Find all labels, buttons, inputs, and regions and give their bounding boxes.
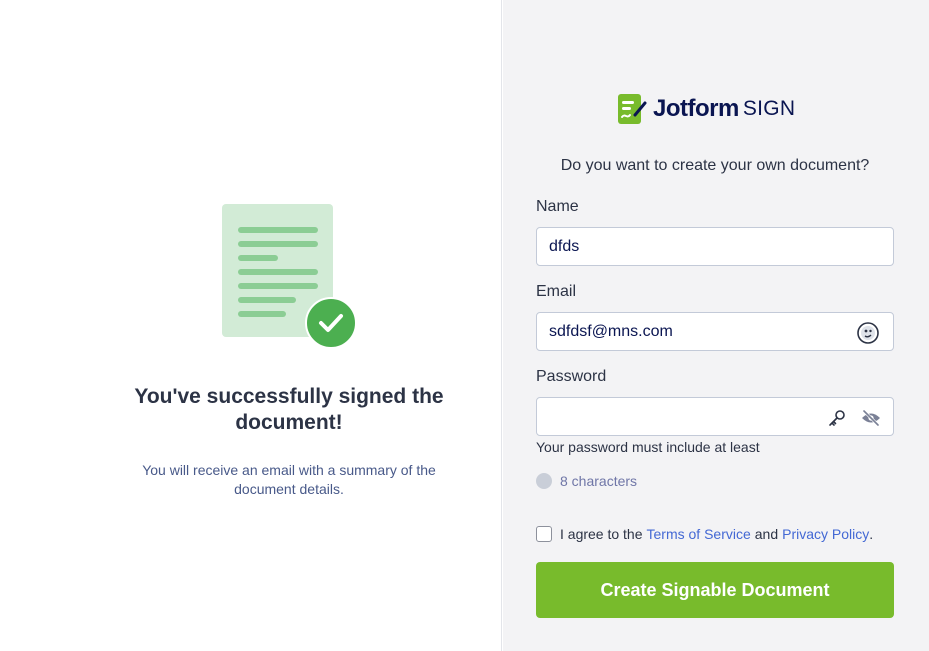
password-rule-text: 8 characters [560, 473, 638, 489]
name-field-box [536, 227, 894, 266]
password-field-box [536, 397, 894, 436]
privacy-policy-link[interactable]: Privacy Policy [782, 526, 869, 542]
terms-checkbox[interactable] [536, 526, 552, 542]
jotform-sign-logo-icon [618, 94, 647, 124]
name-input[interactable] [537, 228, 893, 265]
terms-of-service-link[interactable]: Terms of Service [647, 526, 751, 542]
agree-prefix: I agree to the [560, 526, 643, 542]
agree-suffix: . [869, 526, 874, 542]
rule-status-icon [536, 473, 552, 489]
create-signable-document-button[interactable]: Create Signable Document [536, 562, 894, 618]
email-input[interactable] [537, 313, 893, 350]
password-hint: Your password must include at least [536, 439, 760, 455]
password-label: Password [536, 368, 607, 385]
email-label: Email [536, 283, 577, 300]
success-title: You've successfully signed the document! [134, 385, 444, 434]
eye-slash-icon[interactable] [860, 407, 882, 429]
brand-product: SIGN [742, 97, 796, 120]
agree-and: and [754, 526, 779, 542]
terms-agreement: I agree to the Terms of Service and Priv… [536, 526, 873, 542]
key-icon[interactable] [826, 407, 848, 429]
duckduckgo-icon[interactable] [857, 322, 879, 344]
password-rule: 8 characters [536, 473, 637, 489]
create-document-question: Do you want to create your own document? [560, 157, 870, 174]
name-label: Name [536, 198, 579, 215]
success-subtitle: You will receive an email with a summary… [142, 462, 436, 497]
jotform-sign-logo: Jotform SIGN [617, 93, 795, 125]
brand-name: Jotform [653, 95, 739, 122]
signed-document-illustration [222, 204, 358, 349]
email-field-box [536, 312, 894, 351]
check-circle-icon [305, 297, 357, 349]
